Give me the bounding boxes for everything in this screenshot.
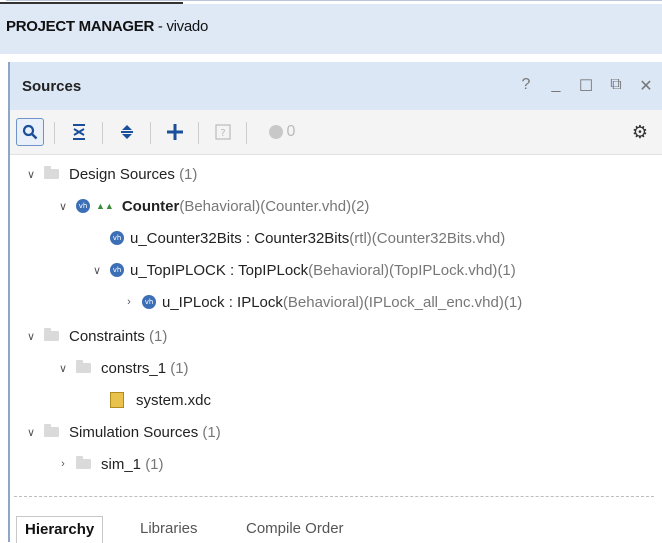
constrs-1-label: constrs_1: [101, 359, 167, 377]
minimize-icon[interactable]: _: [548, 76, 564, 96]
add-sources-button[interactable]: [162, 120, 188, 144]
simulation-label: Simulation Sources: [69, 423, 199, 441]
topiplock-file: (TopIPLock.vhd): [389, 261, 498, 279]
panel-window-controls: ? _ ☐ ⧉ ✕: [518, 76, 654, 96]
chevron-down-icon[interactable]: ∨: [24, 168, 38, 181]
title-strip: [6, 0, 662, 1]
message-counter[interactable]: 0: [260, 120, 304, 144]
toolbar-separator: [198, 122, 199, 144]
chevron-down-icon[interactable]: ∨: [90, 264, 104, 277]
panel-divider: [14, 496, 654, 497]
sim-1-count: (1): [145, 455, 164, 473]
iplock-file: (IPLock_all_enc.vhd): [363, 293, 504, 311]
expand-all-icon: [121, 125, 133, 139]
tree-item-topiplock[interactable]: ∨ vh u_TopIPLOCK : TopIPLock (Behavioral)…: [90, 256, 516, 284]
collapse-all-button[interactable]: [66, 120, 92, 144]
question-icon: ?: [215, 124, 231, 140]
sim-1-label: sim_1: [101, 455, 142, 473]
chevron-right-icon[interactable]: ›: [122, 296, 136, 308]
help-icon[interactable]: ?: [518, 76, 534, 96]
tree-item-iplock[interactable]: › vh u_IPLock : IPLock (Behavioral) (IPLo…: [122, 288, 522, 316]
counter-count: (2): [351, 197, 370, 215]
search-icon: [22, 124, 38, 140]
constrs-1-count: (1): [170, 359, 189, 377]
tab-compile-order[interactable]: Compile Order: [246, 516, 344, 542]
vhdl-file-icon: vh: [110, 231, 124, 245]
vhdl-file-icon: vh: [76, 199, 90, 213]
panel-title: Sources: [22, 78, 82, 95]
title-bold: PROJECT MANAGER: [6, 18, 155, 35]
toolbar-separator: [150, 122, 151, 144]
sources-toolbar: ? 0 ⚙: [10, 110, 662, 155]
toolbar-separator: [246, 122, 247, 144]
close-icon[interactable]: ✕: [638, 76, 654, 96]
counter32-arch: (rtl): [349, 229, 372, 247]
help-button[interactable]: ?: [210, 120, 236, 144]
counter32-file: (Counter32Bits.vhd): [371, 229, 506, 247]
iplock-name: u_IPLock : IPLock: [162, 293, 283, 311]
topiplock-name: u_TopIPLOCK : TopIPLock: [130, 261, 309, 279]
counter-file: (Counter.vhd): [260, 197, 352, 215]
tab-bar: Hierarchy Libraries Compile Order: [10, 512, 662, 543]
tab-libraries[interactable]: Libraries: [140, 516, 198, 542]
constraints-label: Constraints: [69, 327, 145, 345]
xdc-file-icon: [110, 392, 124, 408]
tree-item-simulation-sources[interactable]: ∨ Simulation Sources (1): [24, 418, 221, 446]
tree-item-constraints[interactable]: ∨ Constraints (1): [24, 322, 167, 350]
vhdl-file-icon: vh: [110, 263, 124, 277]
collapse-all-icon: [73, 124, 85, 140]
maximize-icon[interactable]: ☐: [578, 76, 594, 96]
tree-item-sim-1[interactable]: › sim_1 (1): [56, 450, 164, 478]
folder-icon: [44, 166, 59, 179]
chevron-down-icon[interactable]: ∨: [24, 330, 38, 343]
topiplock-count: (1): [497, 261, 516, 279]
tab-hierarchy[interactable]: Hierarchy: [16, 516, 104, 543]
chevron-down-icon[interactable]: ∨: [56, 200, 70, 213]
title-separator: [0, 2, 183, 4]
title-rest: - vivado: [154, 18, 209, 35]
tree-item-system-xdc[interactable]: system.xdc: [110, 386, 211, 414]
plus-icon: [167, 124, 183, 140]
tree-item-counter32bits[interactable]: vh u_Counter32Bits : Counter32Bits (rtl) …: [110, 224, 505, 252]
toolbar-separator: [54, 122, 55, 144]
tree-item-counter[interactable]: ∨ vh ▲▲ Counter (Behavioral) (Counter.vhd…: [56, 192, 369, 220]
system-xdc-label: system.xdc: [136, 391, 212, 409]
tree-item-design-sources[interactable]: ∨ Design Sources (1): [24, 160, 197, 188]
counter32-name: u_Counter32Bits : Counter32Bits: [130, 229, 350, 247]
hierarchy-top-icon: ▲▲: [96, 201, 114, 211]
iplock-count: (1): [503, 293, 523, 311]
project-manager-title: PROJECT MANAGER - vivado: [6, 18, 208, 35]
iplock-arch: (Behavioral): [282, 293, 364, 311]
counter-value: 0: [286, 123, 296, 140]
counter-name: Counter: [121, 197, 180, 215]
design-sources-label: Design Sources: [69, 165, 175, 183]
folder-icon: [44, 328, 59, 341]
gear-icon[interactable]: ⚙: [632, 122, 648, 143]
topiplock-arch: (Behavioral): [308, 261, 390, 279]
chevron-right-icon[interactable]: ›: [56, 458, 70, 470]
simulation-count: (1): [202, 423, 221, 441]
constraints-count: (1): [149, 327, 168, 345]
float-icon[interactable]: ⧉: [608, 76, 624, 96]
svg-text:?: ?: [220, 128, 225, 139]
vhdl-file-icon: vh: [142, 295, 156, 309]
toolbar-separator: [102, 122, 103, 144]
folder-icon: [76, 360, 91, 373]
search-button[interactable]: [16, 118, 44, 146]
status-dot-icon: [268, 125, 283, 139]
folder-icon: [44, 424, 59, 437]
folder-icon: [76, 456, 91, 469]
expand-all-button[interactable]: [114, 120, 140, 144]
chevron-down-icon[interactable]: ∨: [24, 426, 38, 439]
panel-header: Sources ? _ ☐ ⧉ ✕: [10, 62, 662, 110]
chevron-down-icon[interactable]: ∨: [56, 362, 70, 375]
counter-arch: (Behavioral): [179, 197, 261, 215]
sources-panel: Sources ? _ ☐ ⧉ ✕ ? 0 ⚙ ∨ Design Sources…: [8, 62, 662, 543]
design-sources-count: (1): [179, 165, 198, 183]
tree-item-constrs-1[interactable]: ∨ constrs_1 (1): [56, 354, 189, 382]
title-bar: PROJECT MANAGER - vivado: [0, 0, 662, 58]
